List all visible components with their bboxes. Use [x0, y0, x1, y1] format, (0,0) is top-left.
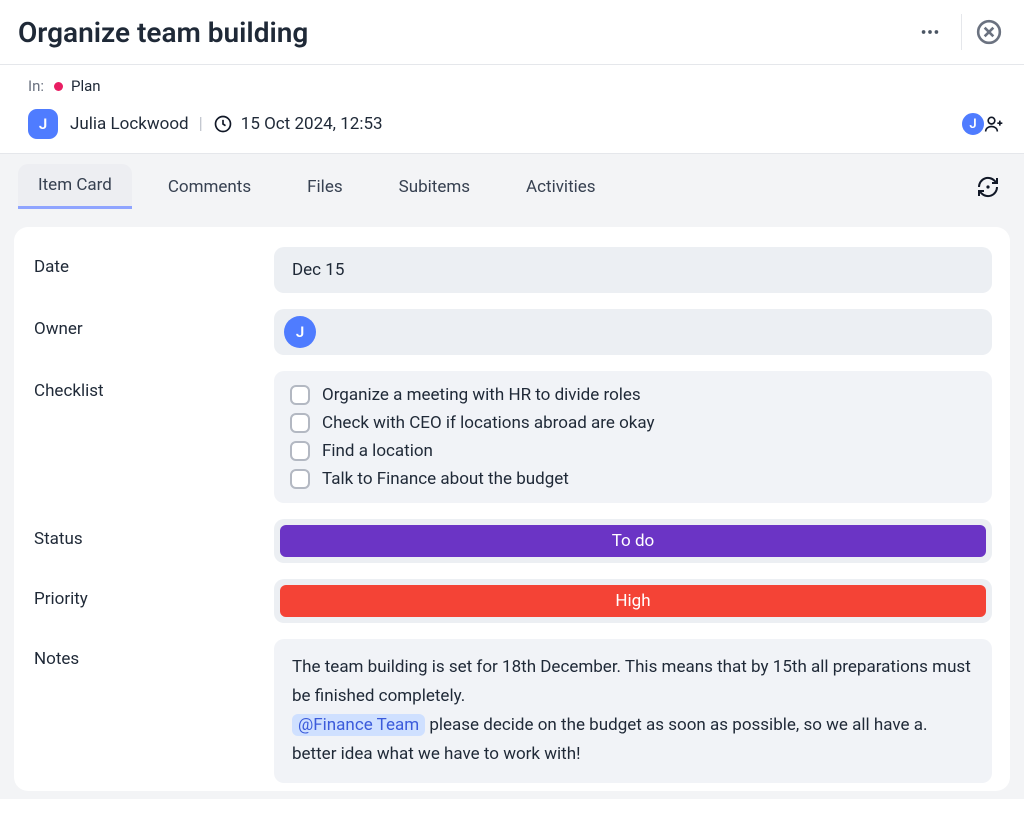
close-circle-icon	[976, 19, 1002, 45]
breadcrumb[interactable]: In: Plan	[28, 77, 1006, 95]
owner-label: Owner	[34, 309, 274, 339]
created-timestamp: 15 Oct 2024, 12:53	[241, 114, 383, 134]
checkbox-icon[interactable]	[290, 385, 310, 405]
notes-field[interactable]: The team building is set for 18th Decemb…	[274, 639, 992, 783]
add-user-icon	[984, 114, 1004, 134]
checklist-item[interactable]: Find a location	[288, 437, 978, 465]
checklist-label: Checklist	[34, 371, 274, 401]
date-label: Date	[34, 247, 274, 277]
in-label: In:	[28, 77, 44, 95]
tab-subitems[interactable]: Subitems	[379, 166, 490, 208]
refresh-icon	[976, 175, 1000, 199]
checkbox-icon[interactable]	[290, 469, 310, 489]
checklist-item[interactable]: Organize a meeting with HR to divide rol…	[288, 381, 978, 409]
tab-item-card[interactable]: Item Card	[18, 164, 132, 209]
notes-paragraph: The team building is set for 18th Decemb…	[292, 653, 974, 711]
owner-field[interactable]: J	[274, 309, 992, 355]
refresh-button[interactable]	[970, 169, 1006, 205]
more-options-button[interactable]	[913, 15, 947, 49]
checklist-item[interactable]: Talk to Finance about the budget	[288, 465, 978, 493]
status-label: Status	[34, 519, 274, 549]
tab-comments[interactable]: Comments	[148, 166, 271, 208]
close-button[interactable]	[972, 15, 1006, 49]
checklist-item-text: Organize a meeting with HR to divide rol…	[322, 385, 641, 405]
checklist-item-text: Check with CEO if locations abroad are o…	[322, 413, 655, 433]
status-dot-icon	[54, 82, 63, 91]
date-value: Dec 15	[292, 260, 344, 280]
clock-icon	[213, 114, 233, 134]
tab-activities[interactable]: Activities	[506, 166, 616, 208]
priority-label: Priority	[34, 579, 274, 609]
priority-field[interactable]: High	[280, 585, 986, 617]
author-avatar[interactable]: J	[28, 109, 58, 139]
checkbox-icon[interactable]	[290, 441, 310, 461]
checklist-item-text: Talk to Finance about the budget	[322, 469, 569, 489]
notes-label: Notes	[34, 639, 274, 669]
date-field[interactable]: Dec 15	[274, 247, 992, 293]
mention-chip[interactable]: @Finance Team	[292, 714, 425, 736]
page-title: Organize team building	[18, 16, 913, 49]
author-name: Julia Lockwood	[70, 114, 189, 134]
more-horizontal-icon	[919, 21, 941, 43]
tab-files[interactable]: Files	[287, 166, 362, 208]
checklist-item-text: Find a location	[322, 441, 433, 461]
item-card-panel: Date Dec 15 Owner J Checklist	[14, 227, 1010, 791]
add-user-button[interactable]	[982, 112, 1006, 136]
notes-paragraph: @Finance Team please decide on the budge…	[292, 711, 974, 769]
separator: |	[199, 114, 203, 134]
checklist-field: Organize a meeting with HR to divide rol…	[274, 371, 992, 503]
checklist-item[interactable]: Check with CEO if locations abroad are o…	[288, 409, 978, 437]
in-value: Plan	[71, 77, 101, 95]
status-field[interactable]: To do	[280, 525, 986, 557]
owner-avatar[interactable]: J	[284, 316, 316, 348]
checkbox-icon[interactable]	[290, 413, 310, 433]
divider	[961, 14, 962, 50]
